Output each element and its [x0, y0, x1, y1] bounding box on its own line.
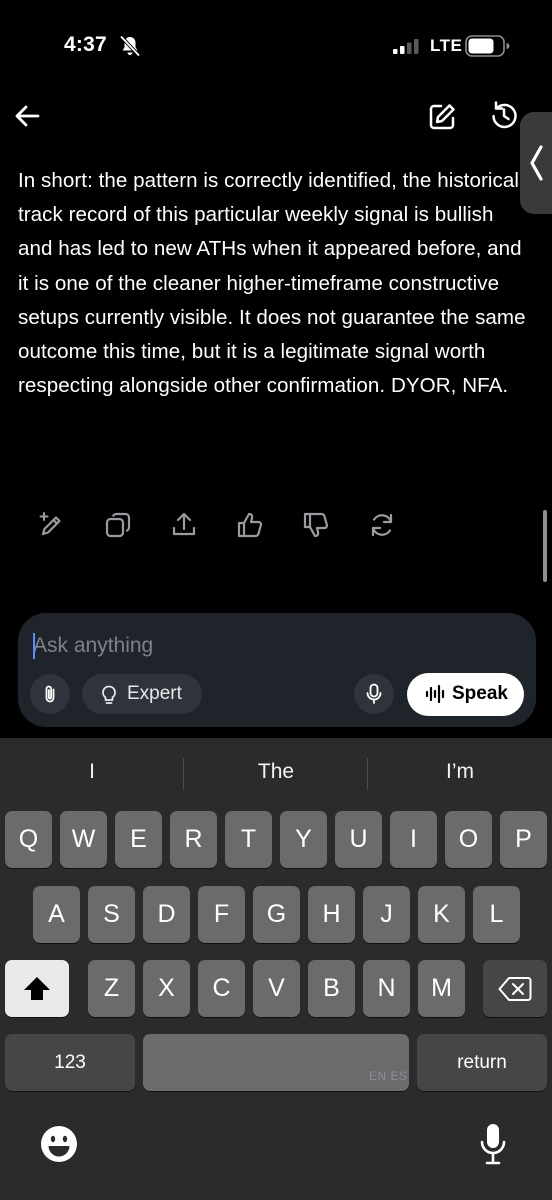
key-y[interactable]: Y: [280, 811, 327, 868]
key-t[interactable]: T: [225, 811, 272, 868]
new-chat-icon[interactable]: [425, 100, 459, 134]
key-f[interactable]: F: [198, 886, 245, 943]
key-m[interactable]: M: [418, 960, 465, 1017]
key-i[interactable]: I: [390, 811, 437, 868]
suggestion-divider: [367, 758, 368, 790]
keyboard: I The I’m Q W E R T Y U I O P A S D F G …: [0, 738, 552, 1200]
key-p[interactable]: P: [500, 811, 547, 868]
share-icon[interactable]: [169, 510, 199, 540]
battery-icon: [465, 35, 510, 57]
key-o[interactable]: O: [445, 811, 492, 868]
key-w[interactable]: W: [60, 811, 107, 868]
key-l[interactable]: L: [473, 886, 520, 943]
attach-button[interactable]: [30, 674, 70, 714]
history-icon[interactable]: [487, 99, 521, 133]
copy-icon[interactable]: [103, 510, 133, 540]
edit-sparkle-icon[interactable]: [37, 510, 67, 540]
ask-input[interactable]: [33, 631, 333, 661]
key-n[interactable]: N: [363, 960, 410, 1017]
return-key[interactable]: return: [417, 1034, 547, 1091]
suggestion-2[interactable]: The: [216, 760, 336, 784]
assistant-message: In short: the pattern is correctly ident…: [18, 169, 526, 398]
key-z[interactable]: Z: [88, 960, 135, 1017]
status-time: 4:37: [64, 33, 107, 56]
mic-icon: [366, 683, 382, 704]
key-e[interactable]: E: [115, 811, 162, 868]
key-s[interactable]: S: [88, 886, 135, 943]
expert-label: Expert: [127, 683, 182, 704]
signal-icon: [393, 39, 419, 54]
paperclip-icon: [45, 685, 55, 703]
composer: Expert Speak: [18, 613, 536, 727]
network-type: LTE: [430, 36, 463, 55]
key-b[interactable]: B: [308, 960, 355, 1017]
thumbs-up-icon[interactable]: [235, 510, 265, 540]
lightbulb-icon: [102, 685, 116, 704]
key-x[interactable]: X: [143, 960, 190, 1017]
key-q[interactable]: Q: [5, 811, 52, 868]
suggestion-divider: [183, 758, 184, 790]
waveform-icon: [425, 685, 445, 703]
bell-slash-icon: [119, 35, 141, 57]
backspace-icon: [498, 977, 532, 1001]
key-v[interactable]: V: [253, 960, 300, 1017]
backspace-key[interactable]: [483, 960, 547, 1017]
language-indicator: EN ES: [369, 1069, 408, 1083]
text-caret: [33, 633, 35, 659]
key-a[interactable]: A: [33, 886, 80, 943]
numbers-key[interactable]: 123: [5, 1034, 135, 1091]
voice-input-button[interactable]: [354, 674, 394, 714]
key-h[interactable]: H: [308, 886, 355, 943]
shift-icon: [24, 977, 50, 1000]
key-k[interactable]: K: [418, 886, 465, 943]
emoji-icon[interactable]: [39, 1124, 79, 1164]
shift-key[interactable]: [5, 960, 69, 1017]
key-c[interactable]: C: [198, 960, 245, 1017]
chevron-left-icon: [530, 145, 543, 181]
speak-label: Speak: [452, 683, 508, 704]
suggestion-1[interactable]: I: [32, 760, 152, 784]
dictation-mic-icon[interactable]: [478, 1122, 508, 1166]
expert-mode-button[interactable]: Expert: [82, 674, 202, 714]
key-r[interactable]: R: [170, 811, 217, 868]
key-g[interactable]: G: [253, 886, 300, 943]
key-d[interactable]: D: [143, 886, 190, 943]
key-j[interactable]: J: [363, 886, 410, 943]
key-u[interactable]: U: [335, 811, 382, 868]
regenerate-icon[interactable]: [367, 510, 397, 540]
suggestion-3[interactable]: I’m: [400, 760, 520, 784]
thumbs-down-icon[interactable]: [301, 510, 331, 540]
status-bar: 4:37 LTE: [0, 0, 552, 92]
back-arrow-icon[interactable]: [12, 100, 44, 132]
speak-button[interactable]: Speak: [407, 673, 524, 716]
scroll-indicator[interactable]: [543, 510, 547, 582]
